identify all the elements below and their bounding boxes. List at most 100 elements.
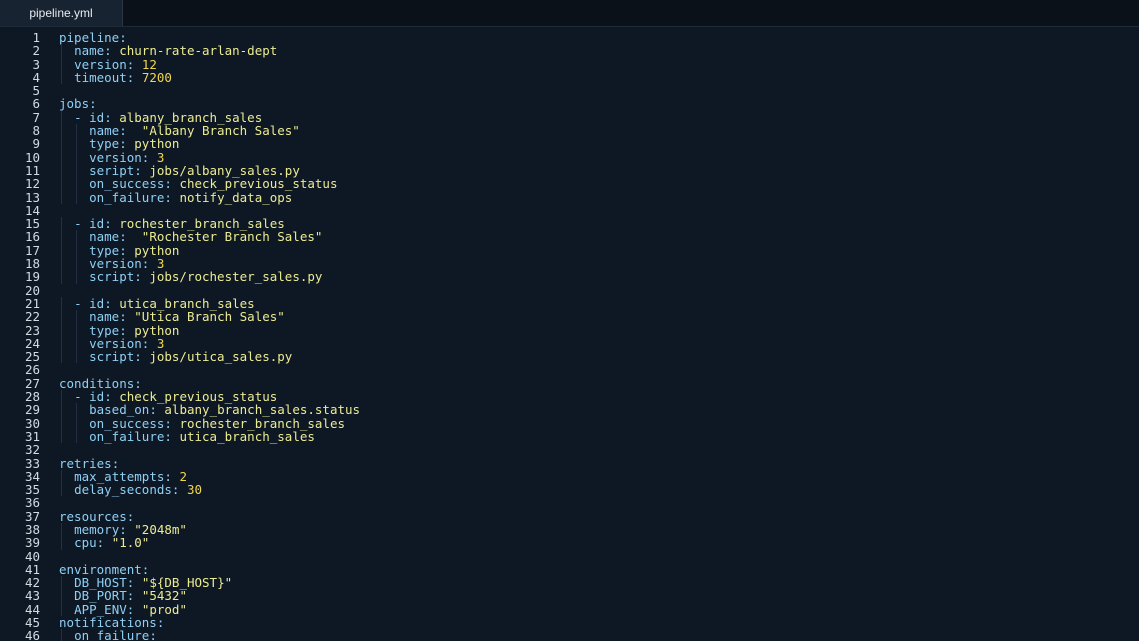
line-number: 30 [24,415,40,431]
yaml-colon: : [149,628,157,641]
yaml-key: on_failure [89,189,165,205]
code-line: jobs: [59,97,1119,110]
line-number: 11 [24,162,40,178]
line-number: 16 [24,229,40,245]
indent-guide [61,44,62,58]
indent-guide [76,310,78,324]
indent-guide [76,323,78,337]
code-line: version: 3 [59,336,1119,351]
line-number: 36 [24,495,40,511]
line-number: 15 [24,216,40,232]
line-number: 32 [24,442,40,458]
indent-guide [61,70,62,85]
yaml-colon: : [164,189,180,205]
line-number: 44 [24,601,40,617]
code-line: version: 3 [59,257,1119,271]
yaml-key: on_failure [89,428,165,444]
code-line: DB_PORT: "5432" [59,589,1119,603]
code-line: notifications: [59,616,1119,629]
indent-guide [61,469,62,484]
code-line: name: "Utica Branch Sales" [59,310,1119,324]
indent-guide [61,390,62,404]
code-area[interactable]: pipeline: name: churn-rate-arlan-dept ve… [59,31,1119,641]
code-line: - id: rochester_branch_sales [59,217,1119,231]
indent-guide [76,230,78,244]
yaml-string-value: utica_branch_sales [179,428,315,444]
indent-guide [76,124,78,138]
line-number: 33 [24,455,40,471]
code-line: timeout: 7200 [59,69,1119,85]
indent-guide [61,336,62,351]
code-editor[interactable]: 1 2 3 4 5 6 7 8 9 10 11 12 13 14 15 16 17 18 19 20 21 22 23 24 2… [0,27,1139,641]
code-line: retries: [59,456,1119,470]
code-line: seript: jobs/albany_sales.py [59,163,1119,178]
yaml-string-value: notify_data_ops [179,189,293,205]
line-number: 21 [24,295,40,311]
code-line: delay_seconds: 30 [59,482,1119,498]
indent-guide [76,270,78,284]
indent-guide [61,57,62,71]
line-number: 46 [24,628,40,641]
indent-guide [76,137,78,151]
yaml-number-value: 30 [186,482,203,498]
indent-guide [76,177,78,191]
code-line: version: 12 [59,57,1119,71]
line-number: 10 [24,149,40,165]
yaml-key: cpu [74,535,97,551]
yaml-number-value: 7200 [141,69,172,85]
yaml-key: script [89,349,135,365]
code-line: on_failure: notify_data_ops [59,189,1119,205]
indent-guide [61,602,62,617]
code-line: - id: utica_branch_sales [59,297,1119,311]
line-number: 5 [32,83,40,99]
indent-guide [61,163,62,178]
line-number: 29 [24,402,40,418]
line-number: 28 [24,389,40,405]
line-number: 18 [24,256,40,272]
indent-guide [61,416,62,430]
yaml-key: delay_seconds [74,482,172,498]
indent-guide [61,124,62,138]
line-number: 41 [24,561,40,577]
indent-guide [61,350,62,364]
code-line: cpu: "1.0" [59,535,1119,551]
indent-guide [61,230,62,244]
tab-pipeline-yml[interactable]: pipeline.yml [0,0,123,26]
yaml-colon: : [156,615,165,631]
line-number: 26 [24,362,40,378]
code-line: on_success: check_previous_status [59,177,1119,191]
indent-guide [61,177,62,191]
code-line: on_failure: [59,629,1119,641]
code-line: memory: "2048m" [59,523,1119,537]
line-number: 9 [32,136,40,152]
yaml-key: timeout [74,69,127,85]
code-line: DB_HOST: "${DB_HOST}" [59,576,1119,590]
indent-guide [61,150,62,164]
line-number: 43 [24,588,40,604]
indent-guide [61,310,62,324]
code-line: name: churn-rate-arlan-dept [59,44,1119,58]
indent-guide [76,190,78,204]
indent-guide [76,150,78,164]
indent-guide [76,429,78,444]
yaml-string-value: "1.0" [111,535,150,551]
code-line: script: jobs/rochester_sales.py [59,269,1119,284]
yaml-colon: : [171,482,187,498]
yaml-colon: : [164,428,180,444]
line-number: 4 [32,69,40,85]
indent-guide [61,589,62,603]
line-number: 38 [24,521,40,537]
indent-guide [61,576,62,590]
line-number: 23 [24,322,40,338]
line-number: 24 [24,335,40,351]
tab-label: pipeline.yml [29,6,93,20]
yaml-string-value: jobs/utica_sales.py [149,349,293,365]
line-number: 6 [32,96,40,112]
code-line: type: python [59,323,1119,337]
code-line: on_success: rochester_branch_sales [59,416,1119,430]
